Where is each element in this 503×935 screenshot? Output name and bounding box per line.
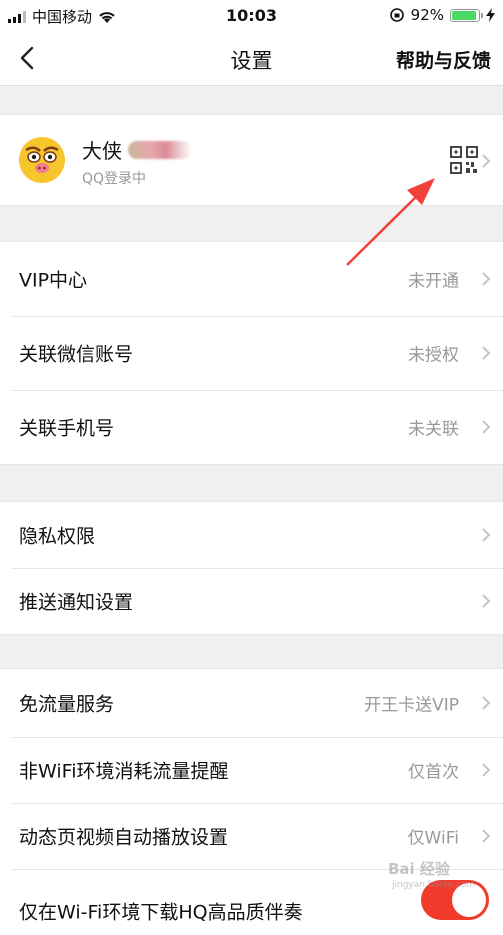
profile-card[interactable]: 大侠 QQ登录中 (0, 114, 503, 206)
charging-icon (486, 8, 495, 22)
data-free-service-row[interactable]: 免流量服务 开王卡送VIP (0, 669, 503, 737)
row-label: 推送通知设置 (19, 591, 134, 614)
row-label: 动态页视频自动播放设置 (19, 826, 229, 849)
row-value: 仅WiFi (407, 828, 459, 849)
row-label: 关联微信账号 (19, 343, 134, 366)
link-wechat-row[interactable]: 关联微信账号 未授权 (0, 316, 503, 390)
row-label: 隐私权限 (19, 525, 96, 548)
qr-code-icon[interactable] (450, 146, 478, 174)
settings-group-account: VIP中心 未开通 关联微信账号 未授权 关联手机号 未关联 (0, 241, 503, 465)
vip-center-row[interactable]: VIP中心 未开通 (0, 242, 503, 316)
non-wifi-reminder-row[interactable]: 非WiFi环境消耗流量提醒 仅首次 (0, 737, 503, 803)
chevron-right-icon (482, 829, 491, 843)
nav-bar: 设置 帮助与反馈 (0, 32, 503, 86)
rotation-lock-icon (389, 8, 404, 22)
watermark-logo: Bai 经验 (388, 860, 450, 878)
row-value: 未开通 (408, 271, 459, 292)
login-status: QQ登录中 (82, 171, 147, 187)
row-label: 仅在Wi-Fi环境下载HQ高品质伴奏 (19, 901, 303, 924)
battery-icon (450, 8, 483, 22)
chevron-right-icon (482, 528, 491, 542)
push-notification-row[interactable]: 推送通知设置 (0, 568, 503, 634)
link-phone-row[interactable]: 关联手机号 未关联 (0, 390, 503, 464)
row-label: 非WiFi环境消耗流量提醒 (19, 760, 229, 783)
row-value: 未关联 (408, 419, 459, 440)
row-value: 仅首次 (408, 762, 459, 783)
redacted-name (128, 140, 192, 159)
battery-percent: 92% (410, 6, 444, 24)
row-label: 关联手机号 (19, 417, 115, 440)
watermark-url: jingyan.baidu.com (392, 880, 476, 890)
chevron-right-icon (482, 154, 491, 168)
profile-name-row: 大侠 (82, 135, 192, 164)
row-label: VIP中心 (19, 269, 88, 292)
avatar (19, 137, 65, 183)
chevron-right-icon (482, 696, 491, 710)
help-feedback-button[interactable]: 帮助与反馈 (396, 46, 491, 73)
row-value: 开王卡送VIP (364, 695, 459, 716)
chevron-right-icon (482, 420, 491, 434)
chevron-right-icon (482, 594, 491, 608)
row-value: 未授权 (408, 345, 459, 366)
chevron-right-icon (482, 763, 491, 777)
row-label: 免流量服务 (19, 693, 115, 716)
status-bar: 中国移动 10:03 92% (0, 0, 503, 32)
privacy-permissions-row[interactable]: 隐私权限 (0, 502, 503, 568)
chevron-right-icon (482, 272, 491, 286)
profile-name: 大侠 (82, 139, 122, 163)
settings-group-privacy: 隐私权限 推送通知设置 (0, 501, 503, 635)
chevron-right-icon (482, 346, 491, 360)
